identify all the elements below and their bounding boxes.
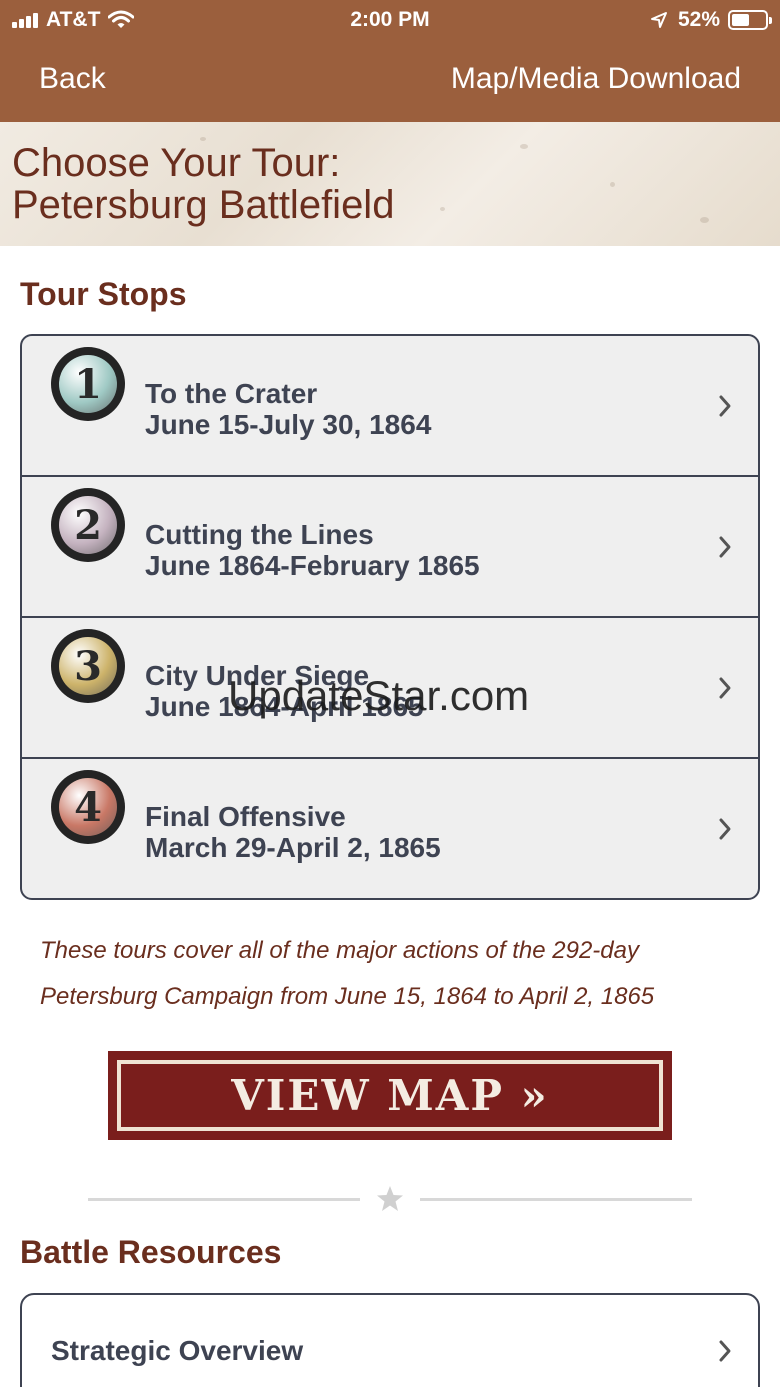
stop-number: 1	[59, 355, 117, 413]
tour-stops-heading: Tour Stops	[20, 276, 187, 312]
tour-stop-4[interactable]: 4 Final Offensive March 29-April 2, 1865	[22, 759, 758, 898]
stop-number: 4	[59, 778, 117, 836]
tour-stop-title: Final Offensive	[145, 801, 346, 832]
resource-strategic-overview[interactable]: Strategic Overview	[22, 1295, 758, 1387]
stop-number-badge: 1	[51, 347, 125, 421]
tour-description: These tours cover all of the major actio…	[40, 928, 740, 1020]
chevron-right-icon	[719, 1340, 731, 1362]
tour-stop-dates: June 1864-February 1865	[145, 550, 480, 581]
description-line2: Petersburg Campaign from June 15, 1864 t…	[40, 983, 655, 1010]
battle-resources-list: Strategic Overview	[20, 1293, 760, 1387]
tour-stop-dates: June 15-July 30, 1864	[145, 409, 432, 440]
tour-stop-2[interactable]: 2 Cutting the Lines June 1864-February 1…	[22, 477, 758, 618]
divider-right	[420, 1198, 692, 1201]
tour-header: Choose Your Tour: Petersburg Battlefield	[0, 122, 780, 246]
tour-stops-list: 1 To the Crater June 15-July 30, 1864 2 …	[20, 334, 760, 900]
tour-stop-title: To the Crater	[145, 378, 318, 409]
back-button[interactable]: Back	[39, 62, 106, 96]
divider-left	[88, 1198, 360, 1201]
stop-number-badge: 2	[51, 488, 125, 562]
tour-stop-title: City Under Siege	[145, 660, 370, 691]
stop-number: 3	[59, 637, 117, 695]
page-title-line1: Choose Your Tour:	[12, 141, 341, 185]
navigation-bar: Back Map/Media Download	[0, 40, 780, 122]
resource-label: Strategic Overview	[51, 1335, 304, 1366]
chevron-right-icon	[719, 536, 731, 558]
description-line1: These tours cover all of the major actio…	[40, 937, 639, 964]
tour-stop-dates: June 1864-April 1865	[145, 691, 424, 722]
view-map-button[interactable]: VIEW MAP »	[108, 1051, 672, 1140]
star-icon	[377, 1186, 403, 1211]
stop-number-badge: 4	[51, 770, 125, 844]
tour-stop-1[interactable]: 1 To the Crater June 15-July 30, 1864	[22, 336, 758, 477]
stop-number: 2	[59, 496, 117, 554]
chevron-right-icon	[719, 395, 731, 417]
location-arrow-icon	[650, 12, 667, 28]
status-bar: AT&T 2:00 PM 52%	[0, 0, 780, 40]
tour-stop-dates: March 29-April 2, 1865	[145, 832, 441, 863]
battery-icon	[728, 10, 772, 30]
battery-percent: 52%	[677, 8, 720, 31]
status-right: 52%	[650, 8, 772, 32]
stop-number-badge: 3	[51, 629, 125, 703]
chevron-right-icon	[719, 818, 731, 840]
map-media-download-button[interactable]: Map/Media Download	[451, 62, 741, 96]
battle-resources-heading: Battle Resources	[20, 1234, 282, 1270]
tour-stop-title: Cutting the Lines	[145, 519, 374, 550]
chevron-right-icon	[719, 677, 731, 699]
page-title-line2: Petersburg Battlefield	[12, 183, 395, 227]
view-map-label: VIEW MAP »	[117, 1060, 663, 1131]
page-title: Choose Your Tour: Petersburg Battlefield	[12, 142, 394, 226]
tour-stop-3[interactable]: 3 City Under Siege June 1864-April 1865	[22, 618, 758, 759]
